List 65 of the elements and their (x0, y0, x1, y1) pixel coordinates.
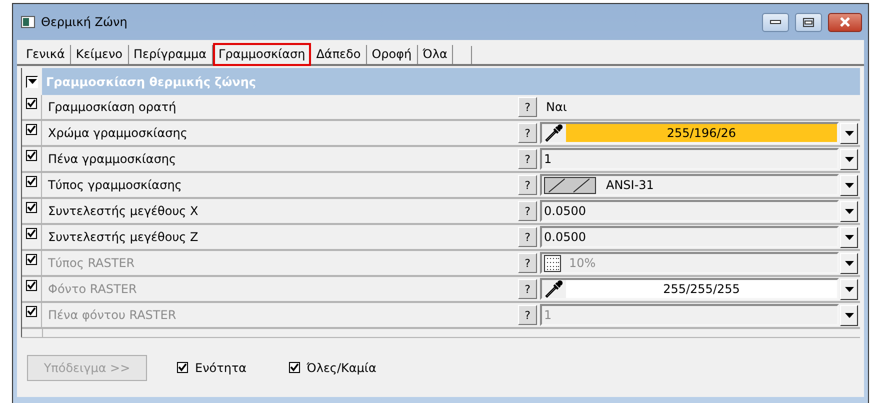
help-button[interactable]: ? (518, 123, 537, 143)
dropdown-button[interactable] (840, 200, 858, 222)
property-label: Φόντο RASTER (47, 282, 138, 296)
caret-icon (844, 312, 854, 318)
help-button[interactable]: ? (518, 175, 537, 195)
dropdown-button[interactable] (840, 148, 858, 170)
help-button[interactable]: ? (518, 201, 537, 221)
close-button[interactable] (828, 12, 862, 32)
hatch-pattern-icon (544, 176, 596, 194)
eyedropper-icon (544, 279, 564, 299)
property-label: Γραμμοσκίαση ορατή (47, 100, 178, 114)
checkbox[interactable] (177, 362, 188, 373)
checkbox[interactable] (26, 98, 37, 109)
color-field[interactable]: 255/196/26 (540, 122, 839, 144)
checkbox[interactable] (26, 228, 37, 239)
caret-icon (28, 79, 36, 84)
caret-icon (844, 130, 854, 136)
window-icon (21, 16, 35, 28)
color-swatch: 255/255/255 (566, 280, 837, 298)
value-field[interactable]: 1 (540, 148, 839, 170)
checkbox[interactable] (288, 362, 300, 373)
caret-icon (844, 208, 854, 214)
checkbox-label: Ενότητα (195, 360, 247, 374)
maximize-icon (803, 18, 814, 26)
eyedropper-icon (544, 123, 564, 143)
collapse-toggle[interactable] (26, 76, 38, 88)
property-label: Συντελεστής μεγέθους X (47, 204, 200, 218)
checkbox[interactable] (26, 124, 37, 135)
value-text: Ναι (545, 100, 567, 114)
caret-icon (844, 286, 854, 292)
caret-icon (844, 260, 854, 266)
property-label: Πένα γραμμοσκίασης (47, 152, 178, 166)
checkbox[interactable] (26, 176, 37, 187)
close-icon (839, 17, 851, 27)
hatch-field[interactable]: ANSI-31 (540, 174, 839, 196)
value-field[interactable]: 0.0500 (540, 226, 839, 248)
maximize-button[interactable] (795, 12, 822, 32)
dropdown-button[interactable] (840, 278, 858, 300)
dropdown-button[interactable] (840, 252, 858, 274)
checkbox[interactable] (26, 202, 37, 213)
dot-pattern-icon (544, 254, 561, 272)
section-title: Γραμμοσκίαση θερμικής ζώνης (42, 68, 860, 95)
caret-icon (844, 156, 854, 162)
property-label: Συντελεστής μεγέθους Z (47, 230, 200, 244)
caret-icon (844, 182, 854, 188)
tab[interactable]: Γραμμοσκίαση (212, 43, 312, 66)
property-label: Τύπος γραμμοσκίασης (47, 178, 183, 192)
help-button[interactable]: ? (518, 227, 537, 247)
checkbox-label: Όλες/Καμία (306, 360, 376, 374)
dropdown-button[interactable] (840, 122, 858, 144)
value-field[interactable]: 0.0500 (540, 200, 839, 222)
property-label: Χρώμα γραμμοσκίασης (47, 126, 188, 140)
minimize-button[interactable] (762, 12, 789, 32)
help-button[interactable]: ? (518, 97, 537, 117)
checkbox[interactable] (26, 150, 37, 161)
caret-icon (844, 234, 854, 240)
dropdown-button[interactable] (840, 174, 858, 196)
property-label: Πένα φόντου RASTER (47, 308, 178, 322)
dropdown-button[interactable] (840, 304, 858, 326)
minimize-icon (770, 20, 781, 24)
help-button[interactable]: ? (518, 149, 537, 169)
dropdown-button[interactable] (840, 226, 858, 248)
window-title: Θερμική Ζώνη (41, 15, 128, 29)
color-swatch: 255/196/26 (566, 124, 837, 142)
property-label: Τύπος RASTER (47, 256, 136, 270)
